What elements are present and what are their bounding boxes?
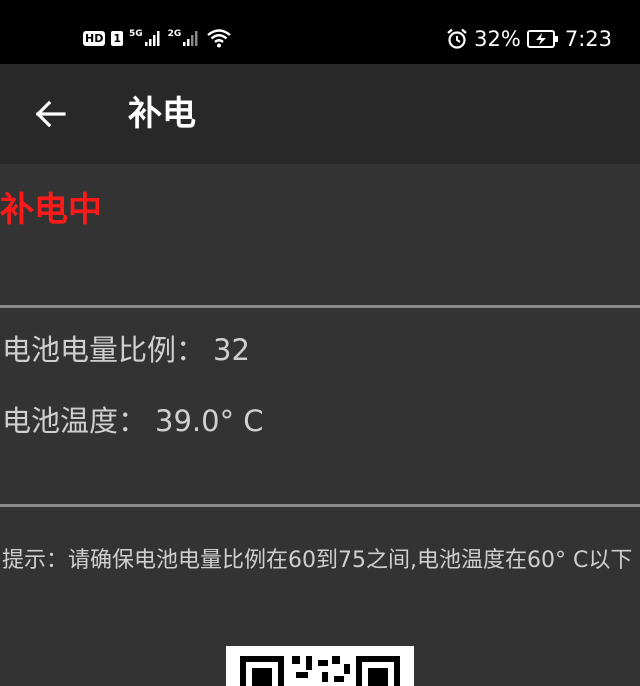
app-bar: 补电 <box>0 64 640 164</box>
battery-level-value: 32 <box>213 333 250 367</box>
page-title: 补电 <box>128 94 196 134</box>
divider-top <box>0 305 640 308</box>
battery-temp-row: 电池温度： 39.0° C <box>2 401 264 441</box>
battery-level-row: 电池电量比例： 32 <box>2 330 250 370</box>
clock-time: 7:23 <box>564 27 612 51</box>
back-button[interactable] <box>30 94 70 134</box>
arrow-left-icon <box>35 100 66 128</box>
signal-group-1: 5G <box>129 29 162 47</box>
divider-bottom <box>0 504 640 507</box>
cell-signal-icon <box>144 31 160 46</box>
battery-charging-icon <box>526 30 558 48</box>
signal-group-2: 2G <box>168 29 201 47</box>
charging-status-heading: 补电中 <box>0 190 102 230</box>
qr-code-pattern <box>240 656 400 686</box>
sim-badge: 1 <box>111 30 123 46</box>
network-type-label: 2G <box>167 29 182 39</box>
battery-temp-label: 电池温度： <box>2 404 148 438</box>
wifi-icon <box>207 29 232 48</box>
status-left-indicators: HD 1 5G 2G <box>83 26 232 50</box>
status-bar: HD 1 5G 2G 32% 7:23 <box>0 0 640 64</box>
status-right-indicators: 32% 7:23 <box>446 24 612 54</box>
battery-level-label: 电池电量比例： <box>2 333 206 367</box>
battery-percent: 32% <box>474 27 521 51</box>
network-type-label: 5G <box>129 29 143 39</box>
battery-temp-value: 39.0° C <box>155 404 264 438</box>
cell-signal-icon <box>183 31 198 46</box>
hd-voice-badge: HD <box>83 30 106 46</box>
hint-text: 提示：请确保电池电量比例在60到75之间,电池温度在60° C以下 <box>2 548 633 573</box>
alarm-clock-icon <box>447 28 467 49</box>
qr-code <box>226 646 414 686</box>
